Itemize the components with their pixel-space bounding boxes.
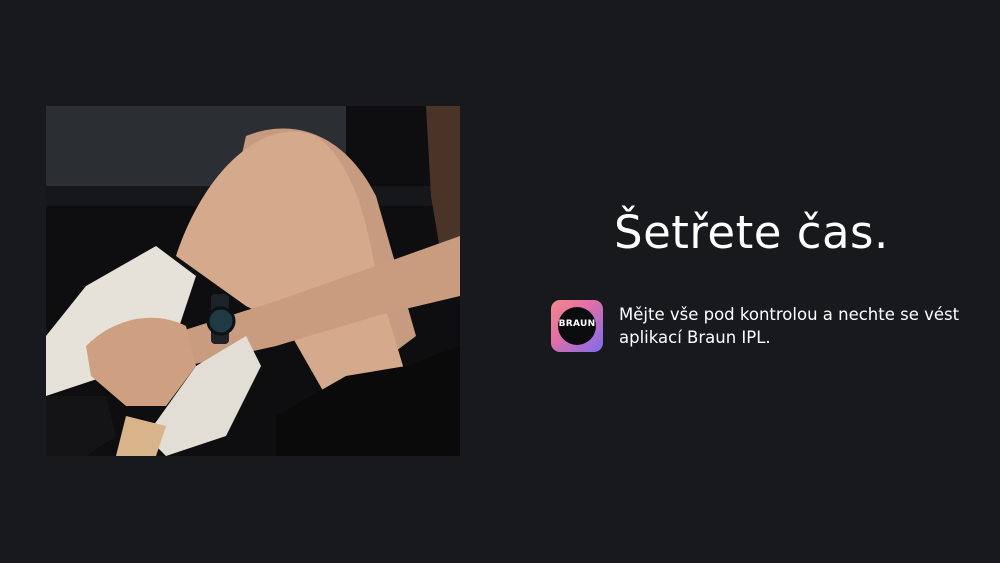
lifestyle-photo xyxy=(46,106,460,456)
app-description: Mějte vše pod kontrolou a nechte se vést… xyxy=(619,305,960,347)
page: Šetřete čas. BRAUN Mějte vše pod kontrol… xyxy=(0,0,1000,563)
photo-illustration xyxy=(46,106,460,456)
app-feature-row: BRAUN Mějte vše pod kontrolou a nechte s… xyxy=(551,300,971,356)
braun-logo-text: BRAUN xyxy=(558,319,596,329)
page-title: Šetřete čas. xyxy=(614,206,889,259)
braun-app-icon[interactable]: BRAUN xyxy=(551,300,603,352)
